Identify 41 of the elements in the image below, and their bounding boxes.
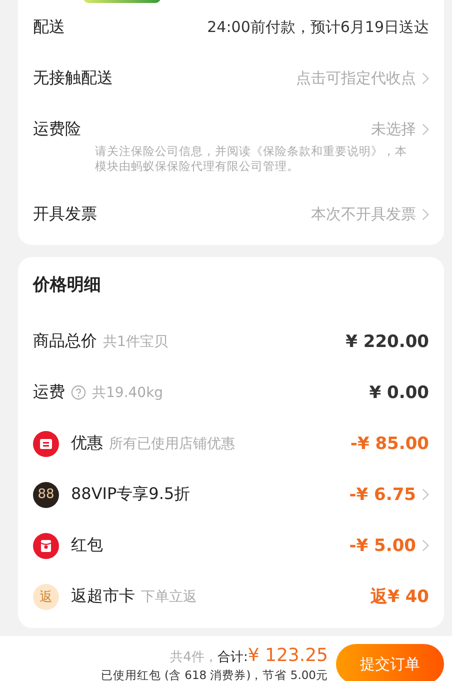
insurance-note: 请关注保险公司信息，并阅读《保险条款和重要说明》，本模块由蚂蚁保保险代理有限公司管理。 (95, 144, 408, 174)
rebate-icon: 返 (33, 584, 59, 610)
price-hint: 共19.40kg (92, 384, 164, 402)
row-label: 运费险 (33, 119, 81, 140)
price-hint: 所有已使用店铺优惠 (109, 434, 235, 452)
total-amount: ¥ 123.25 (248, 645, 328, 666)
price-label: 返超市卡 (71, 586, 135, 607)
row-value[interactable]: 本次不开具发票 (311, 205, 416, 224)
row-value: 24:00前付款，预计6月19日送达 (207, 18, 429, 37)
price-hint: 下单立返 (141, 588, 197, 606)
help-icon[interactable] (71, 385, 86, 400)
coupon-icon (33, 430, 59, 456)
savings-note: 已使用红包 (含 618 消费券)，节省 5.00元 (100, 668, 328, 681)
row-value[interactable]: 点击可指定代收点 (296, 69, 416, 88)
price-label: 88VIP专享9.5折 (71, 484, 190, 505)
row-label: 无接触配送 (33, 68, 113, 89)
price-label: 运费 (33, 382, 65, 403)
row-label: 开具发票 (33, 204, 97, 225)
price-amount: 返¥ 40 (370, 586, 429, 608)
chevron-icon (422, 208, 429, 221)
chevron-icon (422, 539, 429, 552)
chevron-icon (422, 488, 429, 501)
row-value[interactable]: 未选择 (371, 120, 416, 139)
price-amount: ¥ 220.00 (346, 332, 429, 352)
item-count: 共4件， (170, 649, 218, 666)
price-amount: -¥ 85.00 (350, 434, 429, 454)
total-label: 合计: (217, 649, 248, 666)
price-label: 商品总价 (33, 331, 97, 352)
submit-order-button[interactable]: 提交订单 (336, 644, 444, 681)
row-label: 配送 (33, 17, 65, 38)
price-amount: -¥ 5.00 (349, 536, 416, 556)
section-title: 价格明细 (33, 274, 102, 296)
price-label: 优惠 (71, 433, 103, 454)
chevron-icon (422, 72, 429, 85)
price-amount: ¥ 0.00 (369, 382, 429, 402)
price-amount: -¥ 6.75 (349, 484, 416, 504)
price-hint: 共1件宝贝 (103, 332, 168, 350)
price-label: 红包 (71, 535, 103, 556)
vip-badge-icon: 88 (33, 482, 59, 508)
chevron-icon (422, 123, 429, 136)
envelope-icon (33, 532, 59, 558)
